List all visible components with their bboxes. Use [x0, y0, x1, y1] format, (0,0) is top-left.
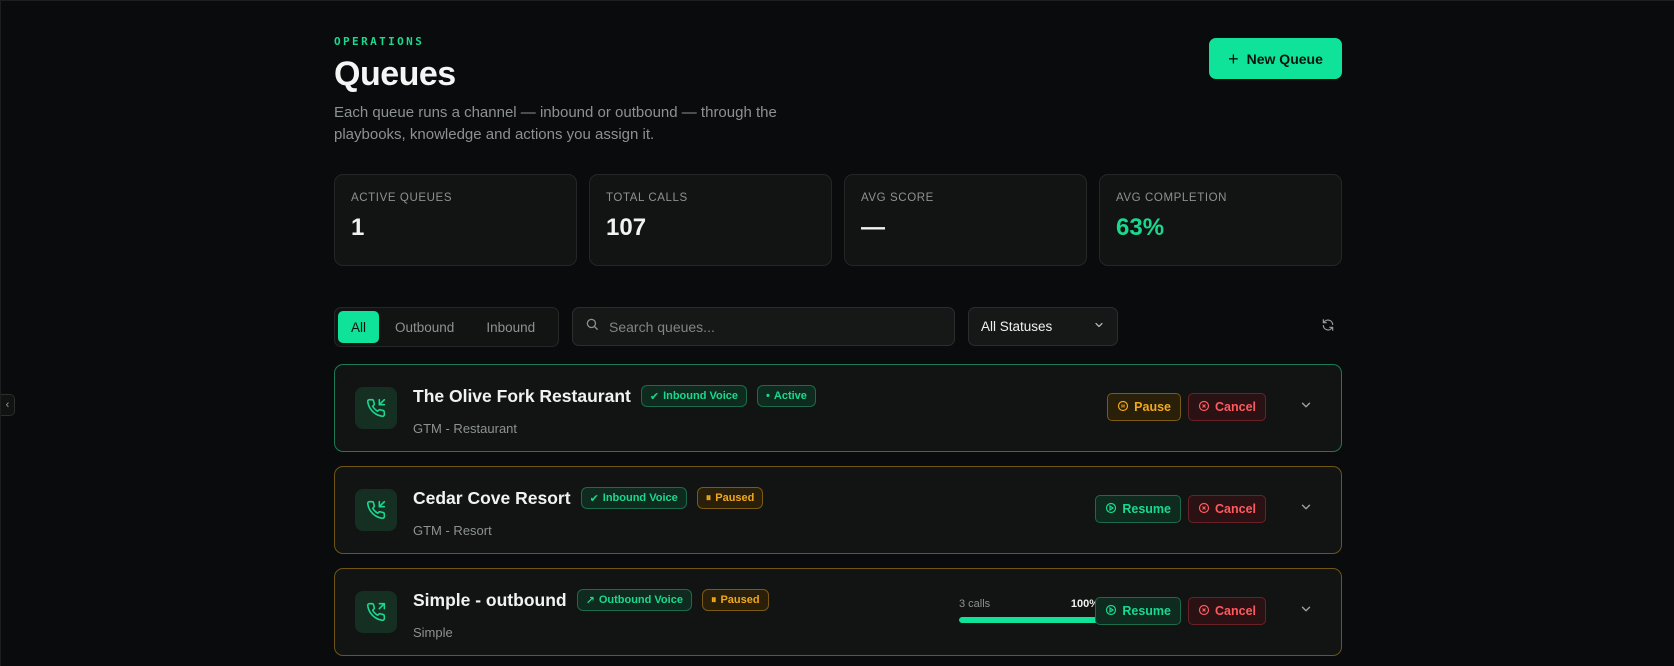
status-label: Paused: [715, 492, 755, 504]
queue-name: The Olive Fork Restaurant: [413, 385, 631, 406]
queue-name: Simple - outbound: [413, 589, 567, 610]
stat-label: AVG SCORE: [861, 192, 934, 204]
check-icon: ✔: [649, 390, 660, 403]
sidebar-collapse-toggle[interactable]: ‹: [1, 394, 15, 416]
tab-outbound[interactable]: Outbound: [379, 311, 470, 343]
search-input[interactable]: [609, 318, 929, 335]
chevron-down-icon: [1299, 602, 1313, 621]
channel-badge: ✔ Inbound Voice: [580, 487, 687, 509]
channel-badge: ↗ Outbound Voice: [576, 589, 692, 611]
app-frame: ‹ OPERATIONS Queues Each queue runs a ch…: [0, 0, 1674, 666]
stat-card-total-calls: TOTAL CALLS 107: [589, 174, 832, 266]
queue-name: Cedar Cove Resort: [413, 487, 571, 508]
chevron-down-icon: [1299, 398, 1313, 417]
inbound-call-icon: [355, 489, 397, 531]
stat-label: TOTAL CALLS: [606, 192, 688, 204]
filter-bar: All Outbound Inbound All Statuses: [334, 307, 1342, 347]
chevron-down-icon: [1093, 319, 1105, 334]
stat-label: ACTIVE QUEUES: [351, 192, 453, 204]
queue-card[interactable]: Simple - outbound ↗ Outbound Voice ⏸ Pause…: [334, 568, 1342, 656]
play-circle-icon: [1105, 502, 1117, 517]
stat-card-avg-score: AVG SCORE —: [844, 174, 1087, 266]
page-description: Each queue runs a channel — inbound or o…: [334, 104, 777, 143]
status-badge: ⏸ Paused: [696, 487, 764, 509]
chevron-down-icon: [1299, 500, 1313, 519]
status-label: Paused: [720, 594, 760, 606]
progress-calls: 3 calls: [959, 598, 991, 610]
cancel-button[interactable]: Cancel: [1188, 393, 1266, 421]
progress-fill: [959, 617, 1099, 623]
cancel-circle-icon: [1198, 502, 1210, 517]
stats-row: ACTIVE QUEUES 1 TOTAL CALLS 107 AVG SCOR…: [334, 174, 1342, 266]
channel-label: Inbound Voice: [602, 492, 678, 504]
pause-small-icon: ⏸: [705, 491, 712, 504]
progress-track: [959, 617, 1099, 623]
expand-button[interactable]: [1293, 598, 1319, 624]
cancel-label: Cancel: [1215, 604, 1256, 618]
stat-value: 1: [351, 214, 365, 241]
stat-value: —: [861, 214, 885, 241]
expand-button[interactable]: [1293, 496, 1319, 522]
pause-small-icon: ⏸: [710, 593, 717, 606]
play-circle-icon: [1105, 604, 1117, 619]
status-filter-select[interactable]: All Statuses: [968, 307, 1118, 346]
resume-label: Resume: [1122, 604, 1171, 618]
arrow-up-right-icon: ↗: [585, 594, 595, 607]
cancel-label: Cancel: [1215, 400, 1256, 414]
stat-card-active-queues: ACTIVE QUEUES 1: [334, 174, 577, 266]
search-box: [572, 307, 955, 346]
section-eyebrow: OPERATIONS: [334, 35, 425, 48]
resume-label: Resume: [1122, 502, 1171, 516]
queue-card[interactable]: The Olive Fork Restaurant ✔ Inbound Voice…: [334, 364, 1342, 452]
status-filter-value: All Statuses: [981, 319, 1053, 334]
tab-inbound[interactable]: Inbound: [470, 311, 551, 343]
cancel-button[interactable]: Cancel: [1188, 495, 1266, 523]
queue-subtitle: GTM - Restaurant: [413, 421, 518, 436]
status-label: Active: [773, 390, 807, 402]
status-badge: ⏸ Paused: [701, 589, 769, 611]
cancel-button[interactable]: Cancel: [1188, 597, 1266, 625]
pause-label: Pause: [1134, 400, 1171, 414]
channel-badge: ✔ Inbound Voice: [640, 385, 748, 407]
cancel-label: Cancel: [1215, 502, 1256, 516]
expand-button[interactable]: [1293, 394, 1319, 420]
queue-progress: 3 calls 100%: [959, 598, 1099, 623]
check-icon: ✔: [589, 492, 599, 505]
queue-subtitle: GTM - Resort: [413, 523, 492, 538]
status-badge: • Active: [757, 385, 816, 407]
inbound-call-icon: [355, 387, 397, 429]
channel-tabs: All Outbound Inbound: [334, 307, 559, 347]
new-queue-label: New Queue: [1246, 50, 1323, 67]
queue-subtitle: Simple: [413, 625, 453, 640]
stat-label: AVG COMPLETION: [1116, 192, 1228, 204]
channel-label: Outbound Voice: [598, 594, 683, 606]
channel-label: Inbound Voice: [663, 390, 739, 402]
pause-button[interactable]: Pause: [1107, 393, 1181, 421]
tab-all[interactable]: All: [338, 311, 380, 343]
stat-card-avg-completion: AVG COMPLETION 63%: [1099, 174, 1342, 266]
stat-value: 107: [606, 214, 647, 241]
pause-circle-icon: [1117, 400, 1129, 415]
new-queue-button[interactable]: + New Queue: [1209, 38, 1342, 79]
resume-button[interactable]: Resume: [1095, 597, 1181, 625]
outbound-call-icon: [355, 591, 397, 633]
cancel-circle-icon: [1198, 400, 1210, 415]
queue-card[interactable]: Cedar Cove Resort ✔ Inbound Voice ⏸ Paused…: [334, 466, 1342, 554]
refresh-icon: [1321, 318, 1335, 337]
plus-icon: +: [1228, 48, 1239, 69]
refresh-button[interactable]: [1314, 313, 1342, 341]
stat-value: 63%: [1116, 214, 1165, 241]
cancel-circle-icon: [1198, 604, 1210, 619]
resume-button[interactable]: Resume: [1095, 495, 1181, 523]
page-title: Queues: [334, 55, 456, 93]
search-icon: [585, 317, 599, 336]
status-dot-icon: •: [766, 390, 770, 402]
